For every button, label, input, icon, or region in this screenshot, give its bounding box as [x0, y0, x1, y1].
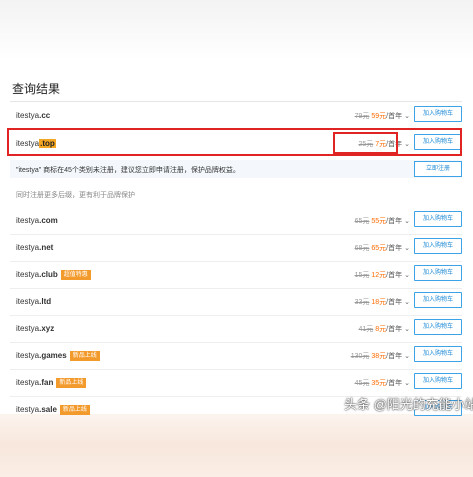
chevron-down-icon: ⌄ — [404, 326, 410, 333]
chevron-down-icon: ⌄ — [404, 245, 410, 252]
price-select[interactable]: 45元 35元/首年 ⌄ — [355, 378, 410, 388]
page-title: 查询结果 — [12, 82, 61, 96]
chevron-down-icon: ⌄ — [404, 218, 410, 225]
domain-name: itestya.fan 新品上线 — [16, 378, 87, 388]
more-suffix-label: 同时注册更多后缀，更有利于品牌保护 — [16, 192, 135, 199]
domain-name: itestya.sale 新品上线 — [16, 405, 90, 415]
chevron-down-icon: ⌄ — [404, 380, 410, 387]
add-to-cart-button[interactable]: 加入购物车 — [414, 238, 462, 254]
add-to-cart-button[interactable]: 加入购物车 — [414, 106, 462, 122]
top-blur-area — [0, 0, 473, 60]
row-divider — [10, 342, 462, 343]
price-highlight-box — [333, 132, 398, 154]
new-badge: 新品上线 — [59, 405, 90, 415]
result-row-cc: itestya.cc 79元 59元/首年 ⌄ 加入购物车 — [10, 104, 462, 130]
add-to-cart-button[interactable]: 加入购物车 — [414, 346, 462, 362]
domain-name: itestya.com — [16, 216, 58, 225]
price-select[interactable]: 79元 59元/首年 ⌄ — [355, 111, 410, 121]
row-divider — [10, 234, 462, 235]
trademark-notice: "itestya" 商标在45个类别未注册，建议您立即申请注册，保护品牌权益。 … — [10, 160, 462, 178]
result-row-net: itestya.net 68元 65元/首年 ⌄ 加入购物车 — [10, 236, 462, 262]
chevron-down-icon: ⌄ — [404, 353, 410, 360]
result-row-com: itestya.com 65元 55元/首年 ⌄ 加入购物车 — [10, 209, 462, 235]
domain-name: itestya.ltd — [16, 297, 52, 306]
new-badge: 新品上线 — [69, 351, 100, 361]
add-to-cart-button[interactable]: 加入购物车 — [414, 373, 462, 389]
domain-name: itestya.cc — [16, 111, 51, 120]
watermark: 头条 @阳光的充能小站 — [344, 397, 473, 412]
notice-text: "itestya" 商标在45个类别未注册，建议您立即申请注册，保护品牌权益。 — [16, 167, 240, 174]
price-select[interactable]: 15元 12元/首年 ⌄ — [355, 270, 410, 280]
price-select[interactable]: 33元 18元/首年 ⌄ — [355, 297, 410, 307]
result-row-xyz: itestya.xyz 41元 8元/首年 ⌄ 加入购物车 — [10, 317, 462, 343]
add-to-cart-button[interactable]: 加入购物车 — [414, 265, 462, 281]
domain-name: itestya.club 超值特惠 — [16, 270, 91, 280]
price-select[interactable]: 41元 8元/首年 ⌄ — [358, 324, 410, 334]
result-row-games: itestya.games 新品上线 130元 38元/首年 ⌄ 加入购物车 — [10, 344, 462, 370]
domain-name: itestya.games 新品上线 — [16, 351, 100, 361]
chevron-down-icon: ⌄ — [404, 113, 410, 120]
promo-badge: 超值特惠 — [60, 270, 91, 280]
row-divider — [10, 369, 462, 370]
title-divider — [10, 101, 462, 102]
row-divider — [10, 315, 462, 316]
price-select[interactable]: 130元 38元/首年 ⌄ — [351, 351, 410, 361]
row-divider — [10, 288, 462, 289]
domain-name: itestya.net — [16, 243, 54, 252]
add-to-cart-button[interactable]: 加入购物车 — [414, 211, 462, 227]
price-select[interactable]: 65元 55元/首年 ⌄ — [355, 216, 410, 226]
chevron-down-icon: ⌄ — [404, 272, 410, 279]
add-to-cart-button[interactable]: 加入购物车 — [414, 319, 462, 335]
result-row-club: itestya.club 超值特惠 15元 12元/首年 ⌄ 加入购物车 — [10, 263, 462, 289]
new-badge: 新品上线 — [56, 378, 87, 388]
result-row-ltd: itestya.ltd 33元 18元/首年 ⌄ 加入购物车 — [10, 290, 462, 316]
chevron-down-icon: ⌄ — [404, 299, 410, 306]
price-select[interactable]: 68元 65元/首年 ⌄ — [355, 243, 410, 253]
register-now-button[interactable]: 立即注册 — [414, 161, 462, 177]
add-to-cart-button[interactable]: 加入购物车 — [414, 292, 462, 308]
domain-name: itestya.xyz — [16, 324, 55, 333]
row-divider — [10, 261, 462, 262]
